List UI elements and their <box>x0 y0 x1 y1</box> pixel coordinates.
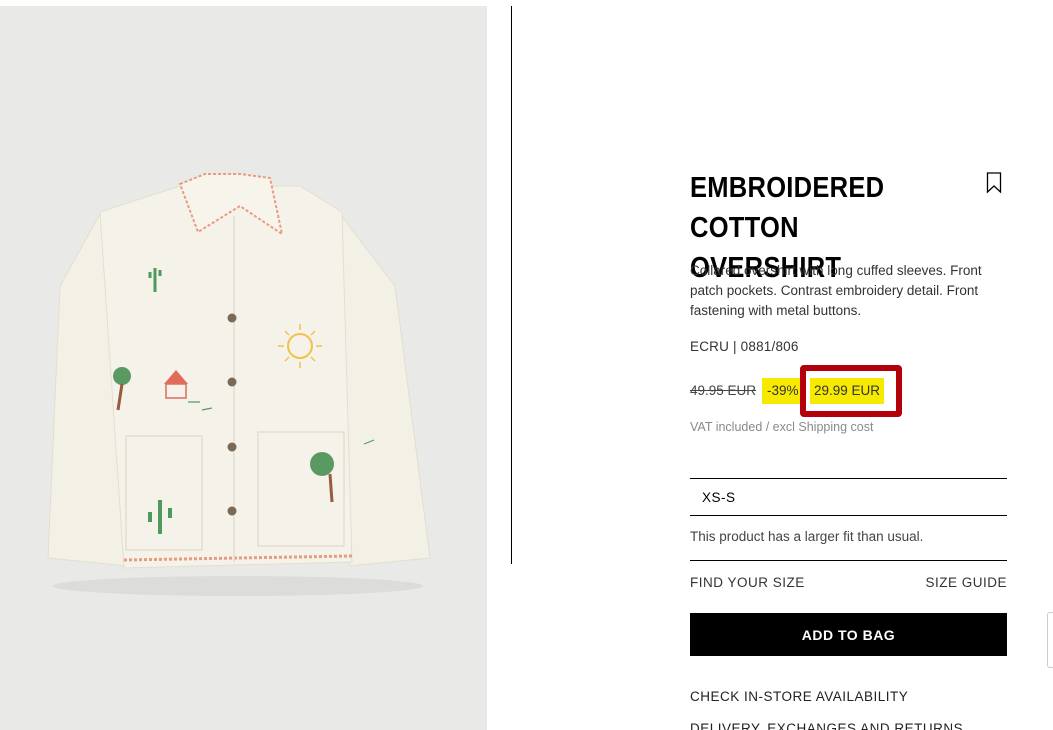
vat-note: VAT included / excl Shipping cost <box>690 420 874 434</box>
side-tab[interactable] <box>1047 612 1053 668</box>
vertical-divider <box>511 6 512 564</box>
overshirt-illustration <box>0 6 487 730</box>
check-store-availability-link[interactable]: CHECK IN-STORE AVAILABILITY <box>690 689 908 704</box>
selected-size: XS-S <box>702 490 736 505</box>
color-reference: ECRU | 0881/806 <box>690 339 799 354</box>
size-selector[interactable]: XS-S <box>690 478 1007 516</box>
size-guide-link[interactable]: SIZE GUIDE <box>925 575 1007 590</box>
product-image[interactable] <box>0 6 487 730</box>
product-description: Collared overshirt with long cuffed slee… <box>690 263 982 318</box>
find-your-size-link[interactable]: FIND YOUR SIZE <box>690 575 805 590</box>
original-price: 49.95 EUR <box>690 383 757 398</box>
price-highlight-box <box>800 365 902 417</box>
delivery-returns-link[interactable]: DELIVERY, EXCHANGES AND RETURNS <box>690 721 963 730</box>
add-to-bag-button[interactable]: ADD TO BAG <box>690 613 1007 656</box>
discount-badge: -39% <box>762 378 804 404</box>
fit-note: This product has a larger fit than usual… <box>690 529 924 544</box>
price-row: 49.95 EUR -39% 29.99 EUR <box>690 365 1010 417</box>
divider-line <box>690 560 1007 561</box>
bookmark-icon[interactable] <box>986 172 1002 194</box>
